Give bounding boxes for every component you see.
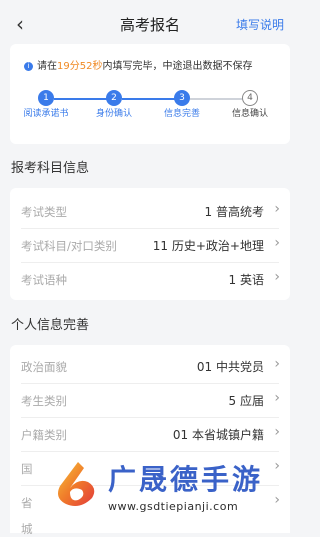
chevron-right-icon: › — [274, 458, 280, 474]
watermark-logo — [58, 462, 95, 506]
exam-section-title: 报考科目信息 — [11, 161, 90, 176]
exam-subject-row[interactable]: 考试科目/对口类别 11 历史+政治+地理 › — [10, 228, 290, 262]
info-icon: i — [24, 62, 33, 71]
exam-subject-label: 考试科目/对口类别 — [21, 239, 117, 253]
watermark-text: 广晟德手游 — [108, 463, 264, 496]
political-status-label: 政治面貌 — [21, 360, 67, 374]
step-4-label: 信息确认 — [231, 109, 268, 119]
step-connector — [122, 98, 182, 100]
household-type-row[interactable]: 户籍类别 01 本省城镇户籍 › — [10, 417, 290, 451]
step-2-indicator: 2 — [106, 90, 122, 106]
exam-language-row[interactable]: 考试语种 1 英语 › — [10, 262, 290, 296]
nationality-label: 国 — [21, 462, 33, 476]
exam-language-label: 考试语种 — [21, 273, 67, 287]
city-label: 城 — [21, 522, 33, 536]
step-1-label: 阅读承诺书 — [23, 109, 69, 119]
exam-info-card: 考试类型 1 普高统考 › 考试科目/对口类别 11 历史+政治+地理 › 考试… — [10, 188, 290, 300]
chevron-right-icon: › — [274, 201, 280, 217]
exam-language-value: 1 英语 — [228, 273, 264, 287]
step-4-indicator: 4 — [242, 90, 258, 106]
step-3-label: 信息完善 — [163, 109, 200, 119]
city-row[interactable]: 城 — [10, 515, 290, 536]
exam-type-label: 考试类型 — [21, 205, 67, 219]
province-label: 省 — [21, 496, 33, 510]
step-3-indicator: 3 — [174, 90, 190, 106]
candidate-type-label: 考生类别 — [21, 394, 67, 408]
personal-section-title: 个人信息完善 — [11, 318, 90, 333]
political-status-row[interactable]: 政治面貌 01 中共党员 › — [10, 349, 290, 383]
chevron-right-icon: › — [274, 492, 280, 508]
step-connector — [190, 98, 242, 100]
step-connector — [54, 98, 114, 100]
step-2-label: 身份确认 — [95, 109, 132, 119]
chevron-right-icon: › — [274, 356, 280, 372]
watermark-url: www.gsdtiepianji.com — [108, 500, 239, 513]
time-notice: i 请在19分52秒内填写完毕，中途退出数据不保存 — [24, 57, 252, 72]
chevron-right-icon: › — [274, 390, 280, 406]
exam-subject-value: 11 历史+政治+地理 — [152, 239, 264, 253]
chevron-right-icon: › — [274, 269, 280, 285]
countdown-timer: 19分52秒 — [57, 61, 103, 72]
chevron-right-icon: › — [274, 424, 280, 440]
candidate-type-row[interactable]: 考生类别 5 应届 › — [10, 383, 290, 417]
candidate-type-value: 5 应届 — [228, 394, 264, 408]
political-status-value: 01 中共党员 — [196, 360, 264, 374]
top-bar: ‹ 高考报名 填写说明 — [0, 0, 300, 48]
step-1-indicator: 1 — [38, 90, 54, 106]
exam-type-value: 1 普高统考 — [204, 205, 264, 219]
household-type-label: 户籍类别 — [21, 428, 67, 442]
chevron-right-icon: › — [274, 235, 280, 251]
help-link[interactable]: 填写说明 — [236, 16, 284, 33]
household-type-value: 01 本省城镇户籍 — [172, 428, 264, 442]
exam-type-row[interactable]: 考试类型 1 普高统考 › — [10, 194, 290, 228]
progress-card: i 请在19分52秒内填写完毕，中途退出数据不保存 1 2 3 4 阅读承诺书 身… — [10, 44, 290, 144]
